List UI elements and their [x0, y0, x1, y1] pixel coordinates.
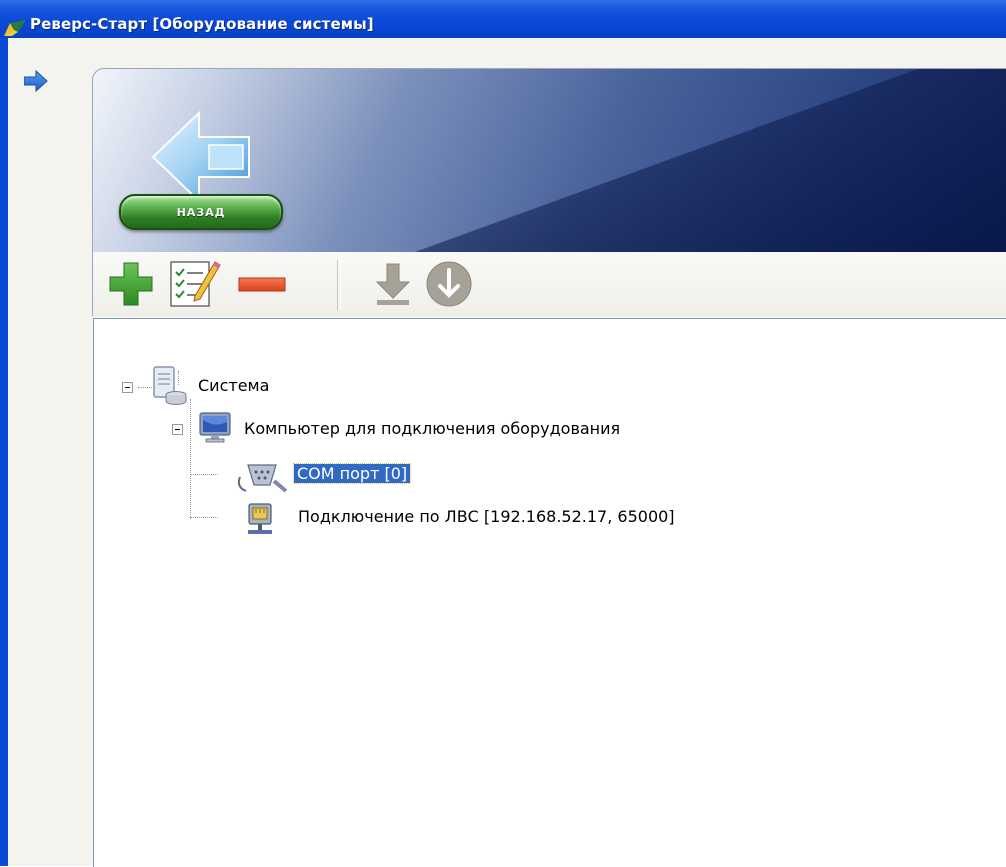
toolbar-separator: [337, 260, 341, 310]
remove-button[interactable]: [233, 254, 293, 314]
add-button[interactable]: [101, 254, 161, 314]
edit-button[interactable]: [163, 254, 223, 314]
serial-connector-icon: [237, 464, 288, 493]
download-button[interactable]: [363, 254, 423, 314]
expander-system[interactable]: [122, 382, 133, 393]
down-arrow-icon: [375, 263, 411, 305]
app-icon: [4, 20, 26, 36]
checklist-edit-icon: [170, 261, 221, 307]
tree-node-computer[interactable]: Компьютер для подключения оборудования: [244, 419, 620, 438]
network-connection-icon: [248, 503, 272, 534]
title-bar: Реверс-Старт [Оборудование системы]: [0, 0, 1006, 38]
tree-connector: [190, 474, 218, 475]
tree-node-lan-connection[interactable]: Подключение по ЛВС [192.168.52.17, 65000…: [298, 507, 675, 526]
computer-monitor-icon: [199, 412, 231, 443]
tree-connector: [190, 517, 218, 518]
back-button-label: НАЗАД: [176, 205, 226, 219]
window-title: Реверс-Старт [Оборудование системы]: [30, 15, 374, 33]
header-banner: НАЗАД: [92, 68, 1006, 254]
main-panel: НАЗАД Система Компьютер для подключения …: [80, 38, 1006, 867]
circle-down-arrow-icon: [426, 261, 472, 307]
plus-icon: [109, 262, 153, 306]
toolbar: [92, 252, 1006, 316]
forward-arrow-icon[interactable]: [24, 70, 48, 92]
tree-node-com-port[interactable]: COM порт [0]: [292, 463, 412, 484]
expander-computer[interactable]: [172, 424, 183, 435]
equipment-tree[interactable]: Система Компьютер для подключения оборуд…: [93, 318, 1006, 867]
tree-connector: [190, 399, 191, 519]
back-button[interactable]: НАЗАД: [119, 194, 283, 230]
tree-node-system[interactable]: Система: [198, 376, 269, 395]
minus-icon: [238, 277, 286, 292]
database-server-icon: [153, 366, 187, 405]
tree-connector: [138, 387, 152, 388]
left-rail: [0, 38, 80, 866]
download-circle-button[interactable]: [419, 254, 479, 314]
